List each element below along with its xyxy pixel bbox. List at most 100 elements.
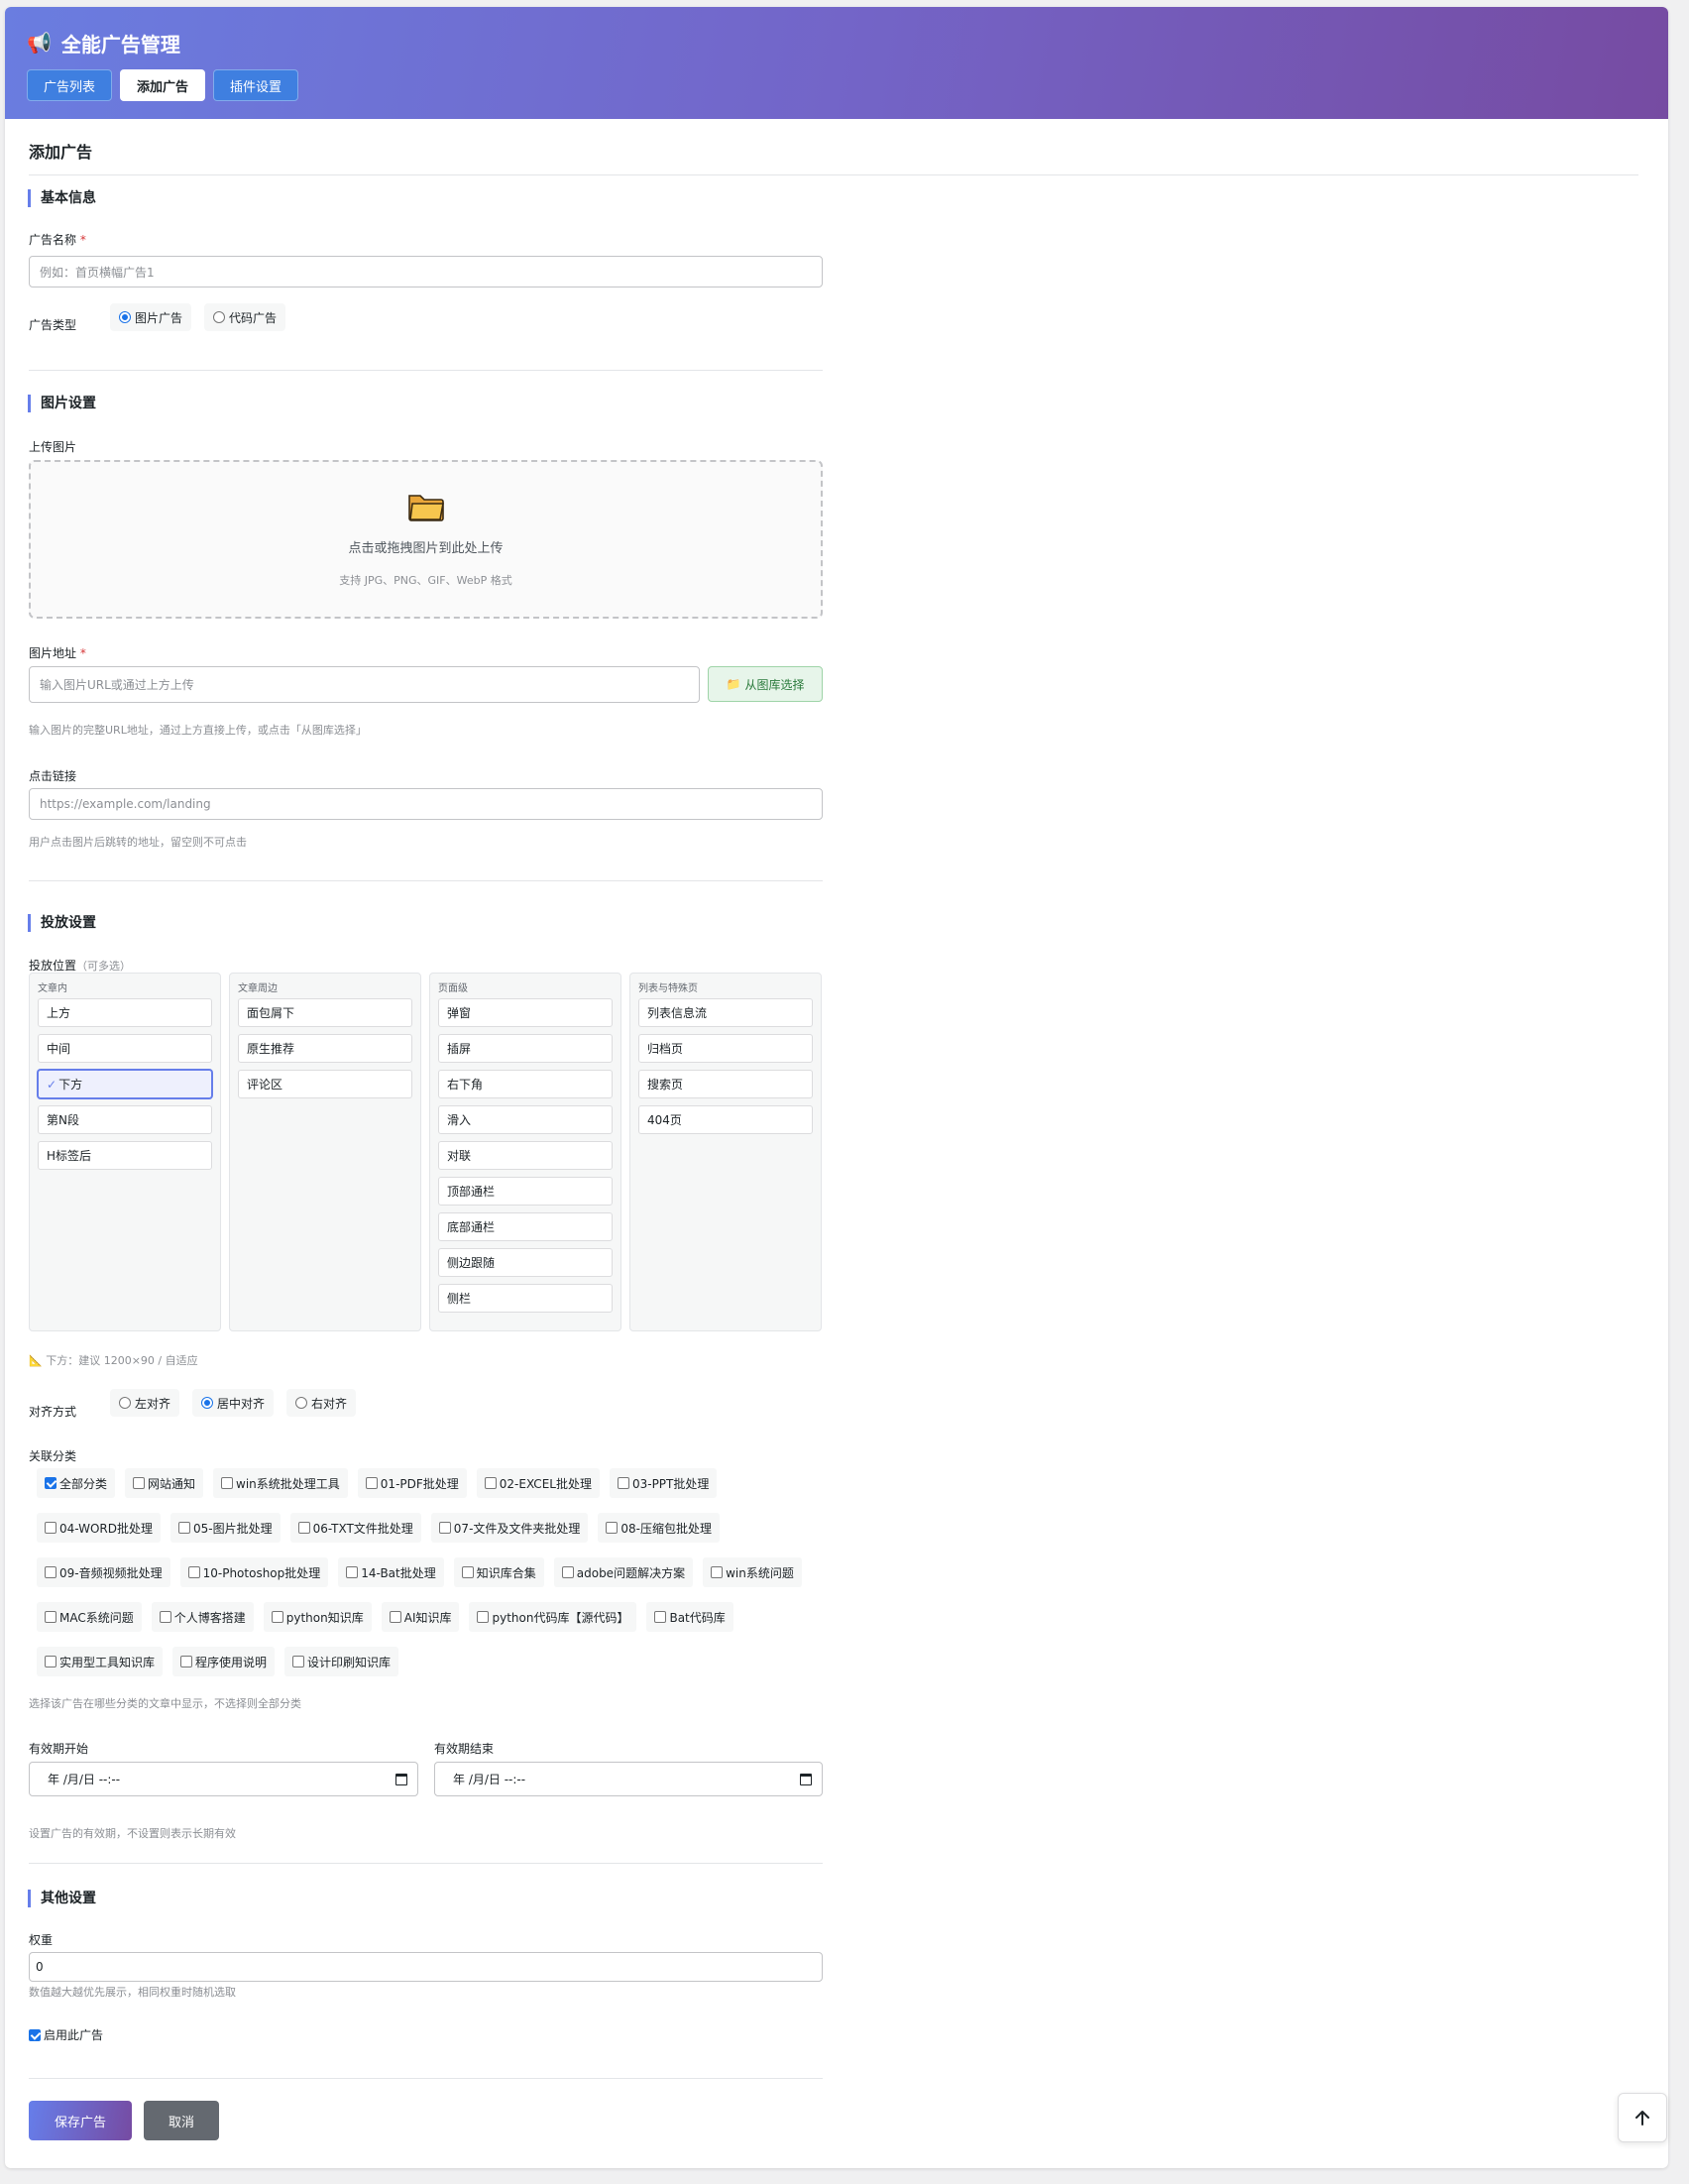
- category-checkbox[interactable]: 网站通知: [125, 1468, 204, 1498]
- save-button[interactable]: 保存广告: [29, 2101, 132, 2140]
- category-checkbox[interactable]: Bat代码库: [646, 1602, 733, 1632]
- weight-input[interactable]: 0: [29, 1952, 823, 1982]
- align-right[interactable]: 右对齐: [286, 1389, 357, 1417]
- category-checkbox[interactable]: adobe问题解决方案: [553, 1557, 694, 1587]
- checkbox-icon: [484, 1477, 497, 1489]
- category-checkbox[interactable]: 设计印刷知识库: [284, 1647, 399, 1676]
- category-checkbox[interactable]: 05-图片批处理: [170, 1513, 281, 1543]
- category-checkbox[interactable]: 03-PPT批处理: [609, 1468, 718, 1498]
- section-other-settings: 其他设置: [28, 1890, 96, 1907]
- position-item[interactable]: 评论区: [238, 1070, 412, 1098]
- ad-name-input[interactable]: 例如：首页横幅广告1: [29, 256, 823, 287]
- position-item[interactable]: 侧栏: [438, 1284, 613, 1313]
- position-item[interactable]: 侧边跟随: [438, 1248, 613, 1277]
- category-checkbox[interactable]: MAC系统问题: [37, 1602, 142, 1632]
- section-basic-info: 基本信息: [28, 189, 96, 207]
- checkbox-icon: [654, 1611, 667, 1623]
- admin-panel: 📢 全能广告管理 广告列表 添加广告 插件设置 添加广告 基本信息 广告名称 *…: [5, 7, 1668, 2168]
- category-checkbox[interactable]: 06-TXT文件批处理: [289, 1513, 421, 1543]
- position-item[interactable]: 底部通栏: [438, 1212, 613, 1241]
- category-checkbox[interactable]: win系统批处理工具: [213, 1468, 348, 1498]
- position-item[interactable]: 原生推荐: [238, 1034, 412, 1063]
- align-left[interactable]: 左对齐: [110, 1389, 180, 1417]
- category-checkbox[interactable]: 07-文件及文件夹批处理: [430, 1513, 589, 1543]
- category-checkbox[interactable]: 程序使用说明: [172, 1647, 276, 1676]
- start-date-input[interactable]: 年 /月/日 --:--: [29, 1762, 418, 1796]
- image-url-input[interactable]: 输入图片URL或通过上方上传: [29, 666, 700, 703]
- position-item[interactable]: 右下角: [438, 1070, 613, 1098]
- align-label: 对齐方式: [29, 1405, 77, 1419]
- category-checkbox[interactable]: python代码库【源代码】: [469, 1602, 637, 1632]
- upload-dropzone[interactable]: 点击或拖拽图片到此处上传 支持 JPG、PNG、GIF、WebP 格式: [29, 460, 823, 619]
- category-checkbox[interactable]: AI知识库: [381, 1602, 460, 1632]
- ad-type-code[interactable]: 代码广告: [204, 303, 286, 331]
- category-checkbox[interactable]: 10-Photoshop批处理: [179, 1557, 329, 1587]
- position-item[interactable]: 第N段: [38, 1105, 212, 1134]
- position-item[interactable]: 插屏: [438, 1034, 613, 1063]
- ad-type-group: 图片广告 代码广告: [110, 303, 298, 331]
- weight-hint: 数值越大越优先展示，相同权重时随机选取: [29, 1986, 236, 1999]
- enable-ad-checkbox[interactable]: 启用此广告: [29, 2026, 103, 2043]
- position-item[interactable]: 搜索页: [638, 1070, 813, 1098]
- tab-ad-list[interactable]: 广告列表: [27, 69, 113, 101]
- position-group-list-special: 列表与特殊页 列表信息流 归档页 搜索页 404页: [629, 973, 822, 1331]
- library-select-button[interactable]: 📁 从图库选择: [708, 666, 823, 702]
- checkbox-icon: [561, 1566, 574, 1578]
- header-banner: 📢 全能广告管理 广告列表 添加广告 插件设置: [5, 7, 1668, 119]
- category-checkbox[interactable]: 02-EXCEL批处理: [476, 1468, 600, 1498]
- checkbox-icon: [178, 1522, 191, 1534]
- cancel-button[interactable]: 取消: [144, 2101, 219, 2140]
- category-checkbox[interactable]: 01-PDF批处理: [357, 1468, 467, 1498]
- checkbox-icon: [297, 1522, 310, 1534]
- calendar-icon[interactable]: [800, 1773, 812, 1785]
- position-item[interactable]: 404页: [638, 1105, 813, 1134]
- position-item-selected[interactable]: ✓ 下方: [38, 1070, 212, 1098]
- category-label: 关联分类: [29, 1449, 77, 1463]
- click-link-input[interactable]: https://example.com/landing: [29, 788, 823, 820]
- tab-bar: 广告列表 添加广告 插件设置: [27, 69, 1646, 101]
- position-item[interactable]: 面包屑下: [238, 998, 412, 1027]
- category-checkbox[interactable]: 09-音频视频批处理: [37, 1557, 170, 1587]
- checkbox-icon: [180, 1656, 193, 1667]
- category-checkbox[interactable]: 04-WORD批处理: [37, 1513, 162, 1543]
- category-checkbox[interactable]: python知识库: [263, 1602, 372, 1632]
- ad-type-label: 广告类型: [29, 318, 77, 332]
- category-checkbox[interactable]: 知识库合集: [453, 1557, 544, 1587]
- end-date-label: 有效期结束: [434, 1742, 495, 1756]
- position-item[interactable]: 弹窗: [438, 998, 613, 1027]
- category-checkbox[interactable]: 08-压缩包批处理: [598, 1513, 721, 1543]
- folder-icon: [407, 495, 444, 521]
- upload-text: 点击或拖拽图片到此处上传: [348, 541, 504, 556]
- position-item[interactable]: 中间: [38, 1034, 212, 1063]
- category-checkbox[interactable]: win系统问题: [703, 1557, 802, 1587]
- ad-type-image[interactable]: 图片广告: [110, 303, 192, 331]
- checkbox-icon: [45, 1477, 56, 1489]
- start-date-label: 有效期开始: [29, 1742, 89, 1756]
- checkbox-icon: [45, 1522, 56, 1534]
- position-item[interactable]: 对联: [438, 1141, 613, 1170]
- tab-plugin-settings[interactable]: 插件设置: [213, 69, 299, 101]
- tab-add-ad[interactable]: 添加广告: [120, 69, 206, 101]
- position-group-in-article: 文章内 上方 中间 ✓ 下方 第N段 H标签后: [29, 973, 221, 1331]
- category-checkbox[interactable]: 14-Bat批处理: [338, 1557, 444, 1587]
- end-date-input[interactable]: 年 /月/日 --:--: [434, 1762, 823, 1796]
- position-item[interactable]: 上方: [38, 998, 212, 1027]
- image-url-label: 图片地址 *: [29, 646, 86, 660]
- position-item[interactable]: 滑入: [438, 1105, 613, 1134]
- section-placement: 投放设置: [28, 914, 96, 932]
- position-item[interactable]: H标签后: [38, 1141, 212, 1170]
- back-to-top-button[interactable]: [1618, 2093, 1667, 2142]
- position-item[interactable]: 列表信息流: [638, 998, 813, 1027]
- checkbox-icon: [221, 1477, 234, 1489]
- page-title: 添加广告: [29, 139, 1638, 175]
- category-checkbox[interactable]: 实用型工具知识库: [37, 1647, 164, 1676]
- align-center[interactable]: 居中对齐: [192, 1389, 275, 1417]
- calendar-icon[interactable]: [395, 1773, 407, 1785]
- click-link-label: 点击链接: [29, 769, 77, 783]
- position-item[interactable]: 顶部通栏: [438, 1177, 613, 1206]
- position-item[interactable]: 归档页: [638, 1034, 813, 1063]
- checkbox-icon: [606, 1522, 619, 1534]
- category-checkbox[interactable]: 全部分类: [37, 1468, 116, 1498]
- category-checkbox[interactable]: 个人博客搭建: [151, 1602, 254, 1632]
- image-url-hint: 输入图片的完整URL地址，通过上方直接上传，或点击「从图库选择」: [29, 724, 367, 737]
